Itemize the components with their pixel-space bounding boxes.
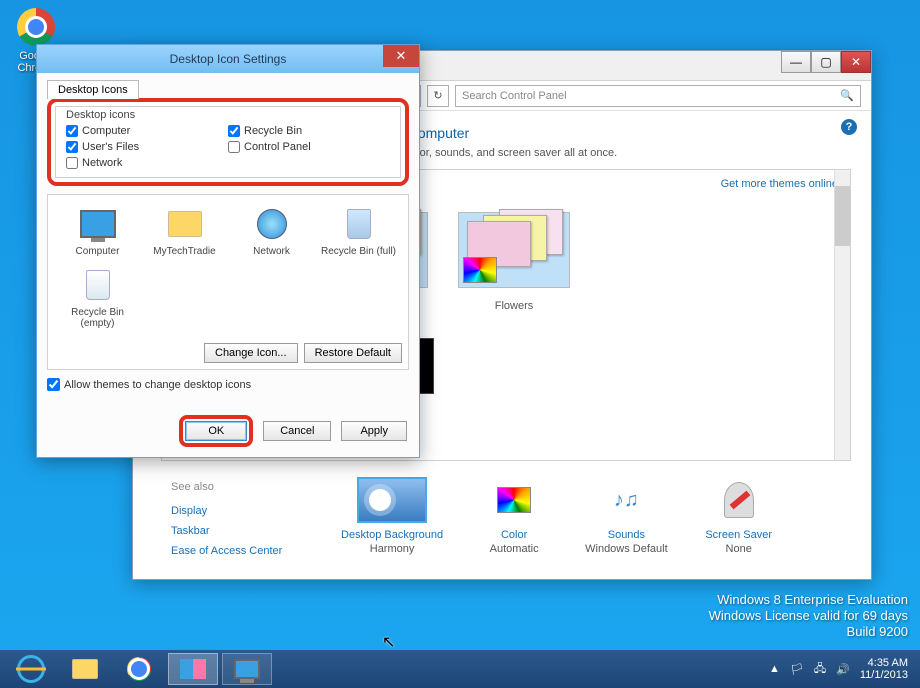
folder-icon bbox=[72, 659, 98, 679]
no-screensaver-icon bbox=[724, 482, 754, 518]
restore-default-button[interactable]: Restore Default bbox=[304, 343, 402, 363]
preview-recycle-bin-full[interactable]: Recycle Bin (full) bbox=[315, 205, 402, 258]
recycle-bin-empty-icon bbox=[86, 270, 110, 300]
icon-preview-panel: Computer MyTechTradie Network Recycle Bi… bbox=[47, 194, 409, 370]
search-icon: 🔍 bbox=[840, 89, 854, 102]
preview-network[interactable]: Network bbox=[228, 205, 315, 258]
preview-computer[interactable]: Computer bbox=[54, 205, 141, 258]
dialog-title: Desktop Icon Settings bbox=[170, 52, 287, 66]
get-more-themes-link[interactable]: Get more themes online bbox=[721, 178, 838, 190]
ok-button[interactable]: OK bbox=[185, 421, 247, 441]
taskbar: ▲ 🏳 🖧 🔊 4:35 AM 11/1/2013 bbox=[0, 650, 920, 688]
apply-button[interactable]: Apply bbox=[341, 421, 407, 441]
palette-icon bbox=[497, 487, 531, 513]
taskbar-personalization[interactable] bbox=[168, 653, 218, 685]
theme-item-flowers[interactable]: Flowers bbox=[458, 212, 570, 312]
close-button[interactable]: ✕ bbox=[841, 51, 871, 73]
chrome-icon bbox=[17, 8, 55, 46]
help-button[interactable]: ? bbox=[841, 119, 857, 135]
tray-action-center-icon[interactable]: 🏳 bbox=[790, 663, 804, 676]
taskbar-explorer[interactable] bbox=[60, 653, 110, 685]
chrome-icon bbox=[127, 657, 151, 681]
desktop-background-tile[interactable]: Desktop Background Harmony bbox=[341, 477, 443, 561]
search-input[interactable]: Search Control Panel🔍 bbox=[455, 85, 861, 107]
dialog-close-button[interactable]: ✕ bbox=[383, 45, 419, 67]
windows-watermark: Windows 8 Enterprise Evaluation Windows … bbox=[709, 592, 908, 640]
dialog-titlebar[interactable]: Desktop Icon Settings ✕ bbox=[37, 45, 419, 73]
check-recycle-bin[interactable]: Recycle Bin bbox=[228, 125, 390, 137]
check-computer[interactable]: Computer bbox=[66, 125, 228, 137]
folder-icon bbox=[168, 211, 202, 237]
check-control-panel[interactable]: Control Panel bbox=[228, 141, 390, 153]
recycle-bin-full-icon bbox=[347, 209, 371, 239]
see-also-label: See also bbox=[171, 477, 321, 497]
tray-flag-icon[interactable]: ▲ bbox=[769, 663, 780, 675]
check-network[interactable]: Network bbox=[66, 157, 228, 169]
screensaver-tile[interactable]: Screen Saver None bbox=[704, 477, 774, 561]
mouse-cursor-icon: ↖ bbox=[382, 632, 395, 652]
annotation-highlight-group: Desktop icons Computer Recycle Bin User'… bbox=[47, 98, 409, 186]
taskbar-chrome[interactable] bbox=[114, 653, 164, 685]
theme-label: Flowers bbox=[495, 300, 534, 312]
settings-window-icon bbox=[234, 659, 260, 679]
link-taskbar[interactable]: Taskbar bbox=[171, 521, 321, 541]
palette-icon bbox=[463, 257, 497, 283]
color-tile[interactable]: Color Automatic bbox=[479, 477, 549, 561]
annotation-highlight-ok: OK bbox=[179, 415, 253, 447]
sounds-tile[interactable]: ♪♫ Sounds Windows Default bbox=[585, 477, 668, 561]
tray-volume-icon[interactable]: 🔊 bbox=[836, 663, 850, 676]
preview-recycle-bin-empty[interactable]: Recycle Bin (empty) bbox=[54, 266, 141, 330]
scrollbar[interactable] bbox=[834, 170, 850, 460]
preview-mytechtradie[interactable]: MyTechTradie bbox=[141, 205, 228, 258]
check-users-files[interactable]: User's Files bbox=[66, 141, 228, 153]
scrollbar-thumb[interactable] bbox=[835, 186, 850, 246]
tray-network-icon[interactable]: 🖧 bbox=[814, 660, 826, 679]
cancel-button[interactable]: Cancel bbox=[263, 421, 331, 441]
desktop-icon-settings-dialog: Desktop Icon Settings ✕ Desktop Icons De… bbox=[36, 44, 420, 458]
minimize-button[interactable]: — bbox=[781, 51, 811, 73]
allow-themes-checkbox[interactable]: Allow themes to change desktop icons bbox=[47, 378, 409, 391]
link-display[interactable]: Display bbox=[171, 501, 321, 521]
network-icon bbox=[257, 209, 287, 239]
tab-desktop-icons[interactable]: Desktop Icons bbox=[47, 80, 139, 99]
music-note-icon: ♪♫ bbox=[607, 485, 645, 515]
see-also-panel: See also Display Taskbar Ease of Access … bbox=[171, 477, 321, 561]
taskbar-ie[interactable] bbox=[6, 653, 56, 685]
group-legend: Desktop icons bbox=[66, 109, 390, 121]
tray-clock[interactable]: 4:35 AM 11/1/2013 bbox=[860, 657, 914, 681]
personalization-icon bbox=[180, 659, 206, 679]
system-tray: ▲ 🏳 🖧 🔊 4:35 AM 11/1/2013 bbox=[769, 657, 914, 681]
ie-icon bbox=[17, 655, 45, 683]
taskbar-desktop-icon-settings[interactable] bbox=[222, 653, 272, 685]
computer-icon bbox=[80, 210, 116, 238]
link-ease-of-access[interactable]: Ease of Access Center bbox=[171, 541, 321, 561]
change-icon-button[interactable]: Change Icon... bbox=[204, 343, 298, 363]
maximize-button[interactable]: ▢ bbox=[811, 51, 841, 73]
refresh-button[interactable]: ↻ bbox=[427, 85, 449, 107]
